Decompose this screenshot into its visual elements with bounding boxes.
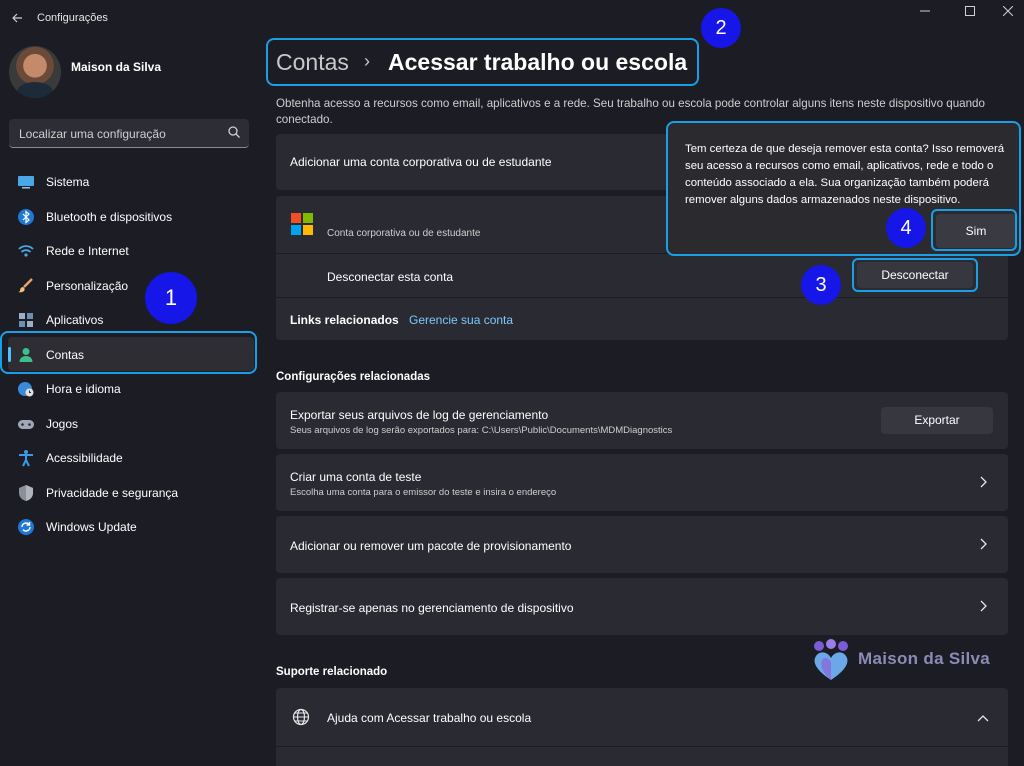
create-test-account-card[interactable]: Criar uma conta de teste Escolha uma con… xyxy=(276,454,1008,511)
brush-icon xyxy=(18,277,33,292)
help-title: Ajuda com Acessar trabalho ou escola xyxy=(327,711,532,725)
chevron-right-icon xyxy=(976,537,990,553)
related-settings-title: Configurações relacionadas xyxy=(276,371,431,383)
bluetooth-icon xyxy=(18,208,34,225)
watermark-text: Maison da Silva xyxy=(858,649,991,668)
minimize-icon xyxy=(920,10,930,12)
globe-clock-icon xyxy=(18,382,34,397)
breadcrumb-separator: › xyxy=(364,51,370,71)
apps-icon xyxy=(19,313,33,327)
chevron-up-icon[interactable] xyxy=(976,709,990,725)
breadcrumb: Contas › Acessar trabalho ou escola xyxy=(266,38,699,86)
avatar[interactable] xyxy=(9,46,61,98)
globe-icon xyxy=(292,708,310,726)
sidebar-item-label: Jogos xyxy=(46,416,79,431)
flyout-message: Tem certeza de que deseja remover esta c… xyxy=(685,143,1005,206)
create-test-account-title: Criar uma conta de teste xyxy=(290,470,422,484)
account-type-label: Conta corporativa ou de estudante xyxy=(327,228,481,239)
close-icon xyxy=(1002,5,1014,17)
watermark: Maison da Silva xyxy=(808,638,1018,682)
sidebar-item-label: Privacidade e segurança xyxy=(46,485,179,500)
search-icon xyxy=(228,126,240,138)
sidebar-item-label: Sistema xyxy=(46,175,90,189)
create-test-account-subtitle: Escolha uma conta para o emissor do test… xyxy=(290,487,557,498)
sidebar-item-label: Aplicativos xyxy=(46,313,104,327)
confirm-remove-flyout: Tem certeza de que deseja remover esta c… xyxy=(666,121,1021,256)
search-input[interactable]: Localizar uma configuração xyxy=(9,119,249,148)
user-name: Maison da Silva xyxy=(71,60,162,74)
disconnect-account-label: Desconectar esta conta xyxy=(327,270,454,284)
close-button[interactable] xyxy=(993,4,1023,20)
accessibility-icon xyxy=(19,450,33,467)
sidebar-item-label: Hora e idioma xyxy=(46,382,121,396)
people-heart-logo-icon xyxy=(814,639,848,680)
sidebar-item-sistema[interactable]: Sistema xyxy=(8,164,254,199)
sidebar-item-rede[interactable]: Rede e Internet xyxy=(8,233,254,268)
sidebar-item-bluetooth[interactable]: Bluetooth e dispositivos xyxy=(8,199,254,234)
provisioning-package-title: Adicionar ou remover um pacote de provis… xyxy=(290,539,572,553)
chevron-right-icon xyxy=(976,599,990,615)
back-arrow-icon xyxy=(12,13,22,23)
app-title: Configurações xyxy=(37,12,108,24)
highlight-contas xyxy=(0,331,257,374)
sidebar-item-privacidade[interactable]: Privacidade e segurança xyxy=(8,475,254,510)
step-badge-2: 2 xyxy=(701,8,741,48)
update-icon xyxy=(18,519,34,535)
minimize-button[interactable] xyxy=(910,4,940,20)
step-badge-3: 3 xyxy=(801,265,841,305)
device-management-title: Registrar-se apenas no gerenciamento de … xyxy=(290,601,574,615)
help-card[interactable]: Ajuda com Acessar trabalho ou escola xyxy=(276,688,1008,746)
breadcrumb-parent[interactable]: Contas xyxy=(276,49,349,76)
help-card-content xyxy=(276,747,1008,766)
sidebar-item-label: Windows Update xyxy=(46,520,137,534)
step-badge-4: 4 xyxy=(886,208,926,248)
sidebar-item-label: Acessibilidade xyxy=(46,451,123,465)
sidebar-item-label: Rede e Internet xyxy=(46,244,129,258)
export-button[interactable]: Exportar xyxy=(881,407,993,434)
sidebar-item-personalizacao[interactable]: Personalização xyxy=(8,268,254,303)
highlight-disconnect xyxy=(852,258,978,292)
manage-account-link[interactable]: Gerencie sua conta xyxy=(409,313,513,327)
back-button[interactable] xyxy=(8,8,26,28)
highlight-yes xyxy=(931,209,1017,251)
add-account-label: Adicionar uma conta corporativa ou de es… xyxy=(290,155,552,169)
microsoft-logo-icon xyxy=(291,213,313,235)
export-logs-subtitle: Seus arquivos de log serão exportados pa… xyxy=(290,425,673,436)
sidebar-item-label: Bluetooth e dispositivos xyxy=(46,209,173,224)
sidebar-item-hora-idioma[interactable]: Hora e idioma xyxy=(8,371,254,406)
sidebar-item-acessibilidade[interactable]: Acessibilidade xyxy=(8,440,254,475)
avatar-shirt xyxy=(17,82,53,98)
device-management-card[interactable]: Registrar-se apenas no gerenciamento de … xyxy=(276,578,1008,635)
gamepad-icon xyxy=(18,419,34,429)
wifi-icon xyxy=(18,245,34,257)
search-placeholder: Localizar uma configuração xyxy=(19,127,166,141)
maximize-button[interactable] xyxy=(955,4,985,20)
sidebar-item-windows-update[interactable]: Windows Update xyxy=(8,509,254,544)
export-logs-card: Exportar seus arquivos de log de gerenci… xyxy=(276,392,1008,449)
chevron-right-icon xyxy=(976,475,990,491)
sidebar-item-label: Personalização xyxy=(46,278,129,293)
sidebar: Maison da Silva Localizar uma configuraç… xyxy=(0,38,262,766)
step-badge-1: 1 xyxy=(145,272,197,324)
export-logs-title: Exportar seus arquivos de log de gerenci… xyxy=(290,408,549,422)
provisioning-package-card[interactable]: Adicionar ou remover um pacote de provis… xyxy=(276,516,1008,573)
maximize-icon xyxy=(965,6,975,16)
page-title: Acessar trabalho ou escola xyxy=(388,49,688,75)
shield-icon xyxy=(19,484,33,501)
monitor-icon xyxy=(18,176,34,189)
sidebar-item-jogos[interactable]: Jogos xyxy=(8,406,254,441)
settings-window: Configurações Maison da Silva Localizar … xyxy=(0,0,1024,766)
title-bar: Configurações xyxy=(0,0,1024,38)
related-links-label: Links relacionados xyxy=(290,313,399,327)
divider xyxy=(276,297,1008,298)
related-support-title: Suporte relacionado xyxy=(276,666,388,678)
